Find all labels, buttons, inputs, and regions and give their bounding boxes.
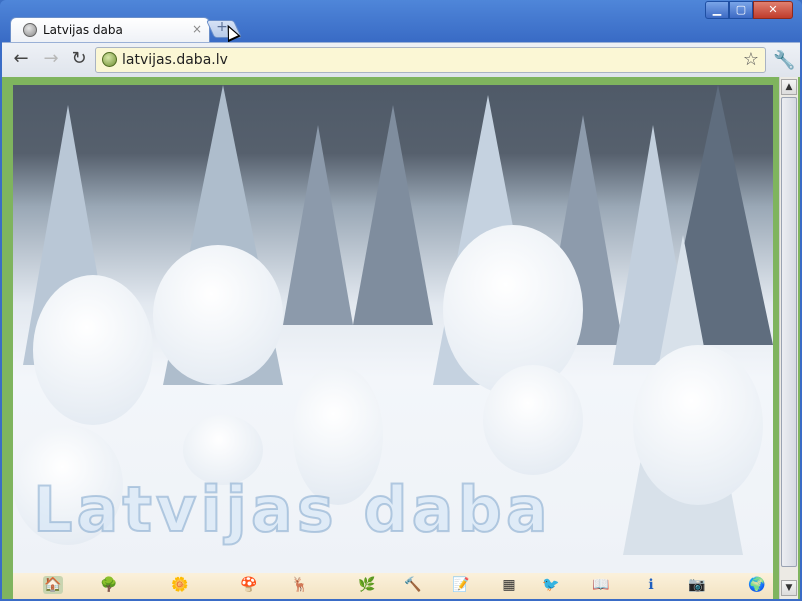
bookmark-star-icon[interactable]: ☆ <box>743 49 759 70</box>
winter-forest-photo: Latvijas daba <box>13 85 773 573</box>
tab-strip: Latvijas daba × + ▁ ▢ ✕ <box>0 0 802 43</box>
close-window-button[interactable]: ✕ <box>753 1 793 19</box>
section-nav-bar: 🏠 🌳 🌼 🍄 🦌 🌿 🔨 📝 ▦ 🐦 📖 ℹ 📷 🌍 <box>13 573 773 599</box>
back-button[interactable]: ← <box>10 49 32 71</box>
globe-icon[interactable]: 🌍 <box>747 576 767 594</box>
scroll-down-button[interactable]: ▼ <box>781 580 797 596</box>
landscape-icon[interactable]: 🌳 <box>99 576 119 594</box>
browser-toolbar: ← → ↻ latvijas.daba.lv ☆ 🔧 <box>2 42 800 77</box>
camera-icon[interactable]: 📷 <box>687 576 707 594</box>
mushroom-icon[interactable]: 🍄 <box>239 576 259 594</box>
table-icon[interactable]: ▦ <box>499 576 519 594</box>
info-icon[interactable]: ℹ <box>641 576 661 594</box>
forward-button[interactable]: → <box>40 49 62 71</box>
address-url[interactable]: latvijas.daba.lv <box>122 52 228 68</box>
maximize-button[interactable]: ▢ <box>729 1 753 19</box>
vertical-scrollbar[interactable]: ▲ ▼ <box>779 77 798 599</box>
page-content: Latvijas daba 🏠 🌳 🌼 🍄 🦌 🌿 🔨 📝 ▦ 🐦 📖 ℹ 📷 🌍 ▲ ▼ <box>2 77 800 599</box>
wrench-menu-icon[interactable]: 🔧 <box>773 50 795 71</box>
home-icon[interactable]: 🏠 <box>43 576 63 594</box>
birds-icon[interactable]: 🐦 <box>541 576 561 594</box>
animals-icon[interactable]: 🦌 <box>290 576 310 594</box>
tab-close-icon[interactable]: × <box>192 22 202 36</box>
browser-window: Latvijas daba × + ▁ ▢ ✕ ← → ↻ latvijas.d… <box>0 0 802 601</box>
scroll-up-button[interactable]: ▲ <box>781 79 797 95</box>
flowers-icon[interactable]: 🌼 <box>170 576 190 594</box>
reload-button[interactable]: ↻ <box>68 49 90 71</box>
address-bar[interactable]: latvijas.daba.lv ☆ <box>95 47 766 73</box>
site-favicon-icon <box>23 23 37 37</box>
tab-latvijas-daba[interactable]: Latvijas daba × <box>10 17 210 43</box>
scroll-thumb[interactable] <box>781 97 797 567</box>
site-title-watermark: Latvijas daba <box>32 472 552 547</box>
minimize-button[interactable]: ▁ <box>705 1 729 19</box>
tools-icon[interactable]: 🔨 <box>403 576 423 594</box>
plant-icon[interactable]: 🌿 <box>357 576 377 594</box>
site-icon <box>102 52 117 67</box>
text-icon[interactable]: 📝 <box>451 576 471 594</box>
book-icon[interactable]: 📖 <box>591 576 611 594</box>
tab-title: Latvijas daba <box>43 23 123 37</box>
